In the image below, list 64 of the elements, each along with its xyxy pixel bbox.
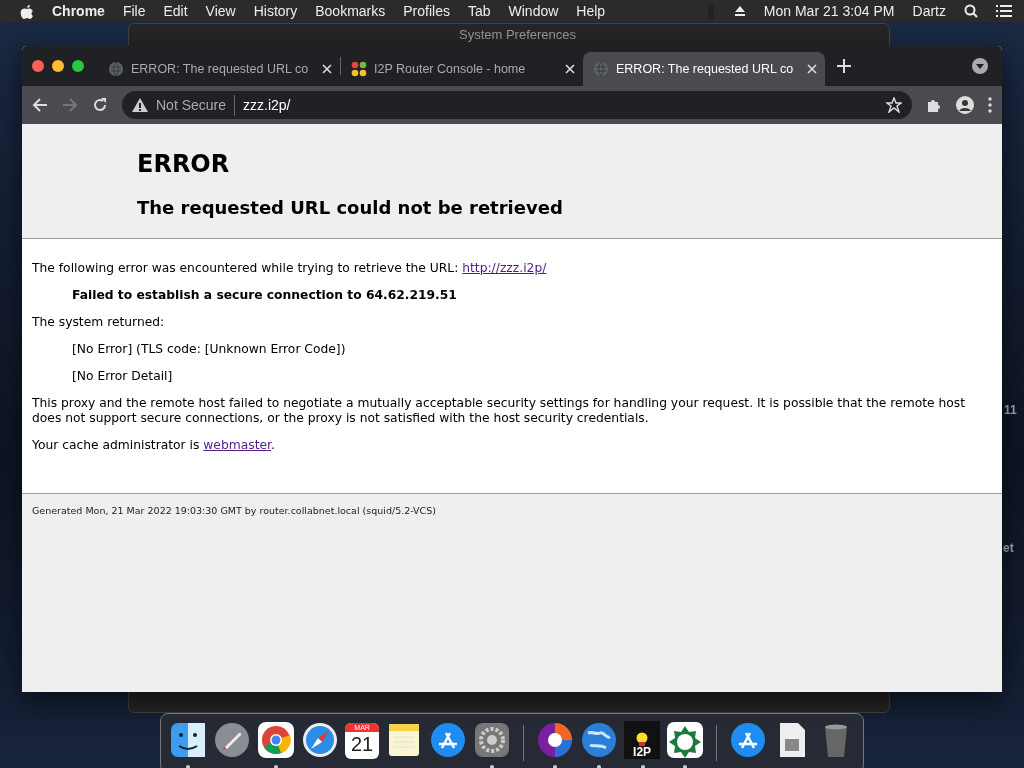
browser-tab[interactable]: ERROR: The requested URL co	[583, 52, 825, 86]
puzzle-icon[interactable]	[926, 97, 942, 113]
app-store-icon[interactable]	[429, 721, 468, 759]
chrome-icon[interactable]	[257, 721, 295, 759]
dots-icon	[351, 61, 367, 77]
error-message: The following error was encountered while trying to retrieve the URL: http://zzz.i2p/	[32, 261, 548, 277]
menu-clock[interactable]: Mon Mar 21 3:04 PM	[763, 0, 895, 22]
menu-item[interactable]: Tab	[467, 0, 491, 22]
app-store-icon[interactable]	[729, 721, 767, 759]
star-icon[interactable]	[886, 97, 902, 113]
warning-icon	[132, 98, 148, 112]
menu-item[interactable]: Profiles	[403, 0, 450, 22]
profile-icon[interactable]	[956, 96, 974, 114]
browser-tab[interactable]: ERROR: The requested URL co	[98, 52, 340, 86]
user-name[interactable]: Dartz	[912, 0, 946, 22]
footer-text: Generated Mon, 21 Mar 2022 19:03:30 GMT by router.collabnet.local (squid/5.2-VCS)	[32, 505, 436, 517]
menu-item[interactable]: Bookmarks	[315, 0, 386, 22]
error-detail: [No Error Detail]	[72, 369, 174, 385]
star-badge-icon[interactable]	[666, 721, 705, 759]
dropdown-icon[interactable]	[972, 58, 988, 74]
error-subheading: The requested URL could not be retrieved	[137, 196, 564, 219]
browser-tab[interactable]: I2P Router Console - home	[341, 52, 583, 86]
app-menu[interactable]: Chrome	[52, 0, 105, 22]
failure-message: Failed to establish a secure connection to 64.62.219.51	[72, 288, 458, 304]
gear-icon[interactable]	[473, 721, 512, 759]
compass-icon[interactable]	[301, 721, 339, 759]
zoom-button[interactable]	[72, 60, 84, 72]
more-icon[interactable]	[988, 97, 992, 113]
menu-item[interactable]: View	[205, 0, 236, 22]
close-icon	[322, 64, 332, 74]
window-title: System Preferences	[459, 27, 577, 42]
address-bar[interactable]: Not Secure zzz.i2p/	[122, 91, 912, 119]
menu-item[interactable]: Window	[508, 0, 559, 22]
menu-item[interactable]: Edit	[163, 0, 188, 22]
globe-icon	[108, 61, 124, 77]
menu-item[interactable]: History	[253, 0, 298, 22]
webmaster-link[interactable]: webmaster	[203, 438, 271, 453]
list-icon[interactable]	[996, 4, 1012, 18]
apple-icon	[20, 3, 34, 19]
close-button[interactable]	[32, 60, 44, 72]
url-link[interactable]: http://zzz.i2p/	[462, 261, 547, 276]
error-heading: ERROR	[137, 150, 231, 179]
mascot-icon	[635, 732, 650, 746]
search-icon[interactable]	[964, 4, 978, 18]
system-label: The system returned:	[32, 315, 166, 331]
back-icon[interactable]	[32, 97, 48, 113]
error-detail: [No Error] (TLS code: [Unknown Error Code])	[72, 342, 347, 358]
i2p-icon[interactable]: I2P	[624, 721, 661, 759]
eject-icon[interactable]	[733, 5, 746, 17]
globe-icon	[593, 61, 609, 77]
menu-item[interactable]: Help	[576, 0, 606, 22]
new-tab-icon[interactable]	[837, 59, 851, 73]
close-icon	[565, 64, 575, 74]
globe-icon[interactable]	[580, 721, 619, 759]
finder-icon[interactable]	[169, 721, 207, 759]
explanation-text: This proxy and the remote host failed to negotiate a mutually acceptable security settings for handling your request. It is possible that the remote host does not support secure connections, or the proxy is not satisfied with the host security credentials.	[32, 396, 966, 427]
text-fragment: 11	[1004, 402, 1017, 419]
close-icon	[807, 64, 817, 74]
text-fragment: et	[1003, 540, 1014, 557]
swirl-icon[interactable]	[536, 721, 575, 759]
minimize-button[interactable]	[52, 60, 64, 72]
reload-icon[interactable]	[92, 97, 108, 113]
admin-text: Your cache administrator is webmaster.	[32, 438, 276, 454]
menu-item[interactable]: File	[122, 0, 146, 22]
